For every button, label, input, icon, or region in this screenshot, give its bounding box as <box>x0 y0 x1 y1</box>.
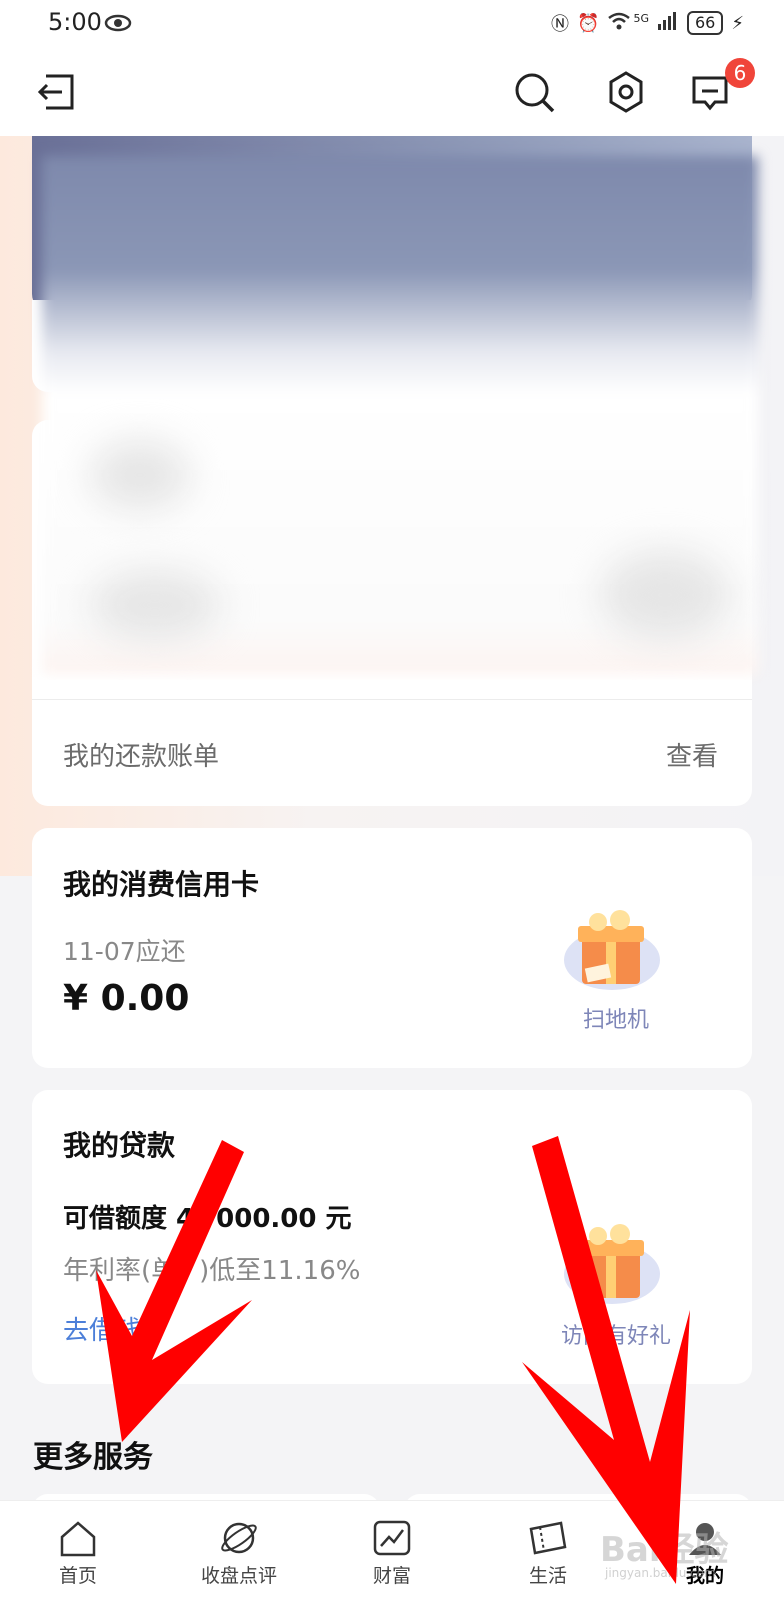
status-time: 5:00 <box>48 8 102 36</box>
exit-icon[interactable] <box>36 70 80 114</box>
home-icon <box>60 1521 96 1557</box>
signal-icon <box>657 11 679 36</box>
annual-rate-suffix: )低至11.16% <box>199 1256 361 1286</box>
top-navigation <box>0 48 784 136</box>
more-services-title: 更多服务 <box>33 1440 153 1475</box>
borrow-now-link[interactable]: 去借钱 <box>63 1310 141 1347</box>
tab-market-review[interactable]: 收盘点评 <box>184 1519 294 1588</box>
credit-limit-suffix: 000.00 元 <box>216 1204 352 1234</box>
wifi-icon <box>607 11 631 36</box>
gift-box-icon[interactable] <box>562 908 662 992</box>
annual-rate: 年利率(单 )低至11.16% <box>63 1250 360 1287</box>
blurred-avatar <box>90 440 190 510</box>
network-type: 5G <box>633 11 649 25</box>
tab-home-label: 首页 <box>58 1565 97 1587</box>
amount-due: ¥ 0.00 <box>63 978 190 1019</box>
tab-life-label: 生活 <box>528 1565 567 1587</box>
watermark: Bai经验 <box>600 1530 729 1570</box>
annual-rate-prefix: 年利率(单 <box>63 1256 178 1286</box>
tab-home[interactable]: 首页 <box>28 1519 128 1588</box>
status-icons: Ⓝ ⏰ 5G 66 ⚡ <box>551 10 744 36</box>
watermark-url: jingyan.baidu.com <box>605 1566 716 1580</box>
loan-title: 我的贷款 <box>63 1129 176 1162</box>
tab-wealth[interactable]: 财富 <box>342 1519 442 1588</box>
gear-icon[interactable] <box>604 70 648 114</box>
tab-market-review-label: 收盘点评 <box>200 1565 277 1587</box>
status-bar: 5:00 Ⓝ ⏰ 5G 66 ⚡ <box>0 0 784 48</box>
view-bill-link[interactable]: 查看 <box>666 736 718 773</box>
blurred-item-right <box>600 550 730 640</box>
repayment-bill-label: 我的还款账单 <box>63 742 220 772</box>
notification-badge: 6 <box>725 58 755 88</box>
eye-icon <box>104 12 132 38</box>
charging-icon: ⚡ <box>731 12 744 34</box>
alarm-icon: ⏰ <box>577 12 600 34</box>
trend-chart-icon <box>373 1520 411 1556</box>
planet-icon <box>221 1522 257 1554</box>
credit-card-title: 我的消费信用卡 <box>63 868 260 901</box>
credit-limit: 可借额度 4 000.00 元 <box>63 1198 352 1235</box>
promo-label-visit-gift[interactable]: 访问有好礼 <box>548 1318 684 1350</box>
blurred-item-left <box>90 570 220 640</box>
ticket-icon <box>529 1521 567 1555</box>
tab-life[interactable]: 生活 <box>498 1519 598 1588</box>
battery-level: 66 <box>687 11 724 35</box>
divider <box>32 699 752 700</box>
nfc-icon: Ⓝ <box>551 14 570 35</box>
tab-wealth-label: 财富 <box>372 1565 411 1587</box>
due-date: 11-07应还 <box>63 937 186 966</box>
promo-label-robot-vacuum[interactable]: 扫地机 <box>556 1002 676 1034</box>
credit-limit-prefix: 可借额度 4 <box>63 1204 195 1234</box>
search-icon[interactable] <box>512 70 556 114</box>
gift-box-icon[interactable] <box>562 1222 662 1306</box>
